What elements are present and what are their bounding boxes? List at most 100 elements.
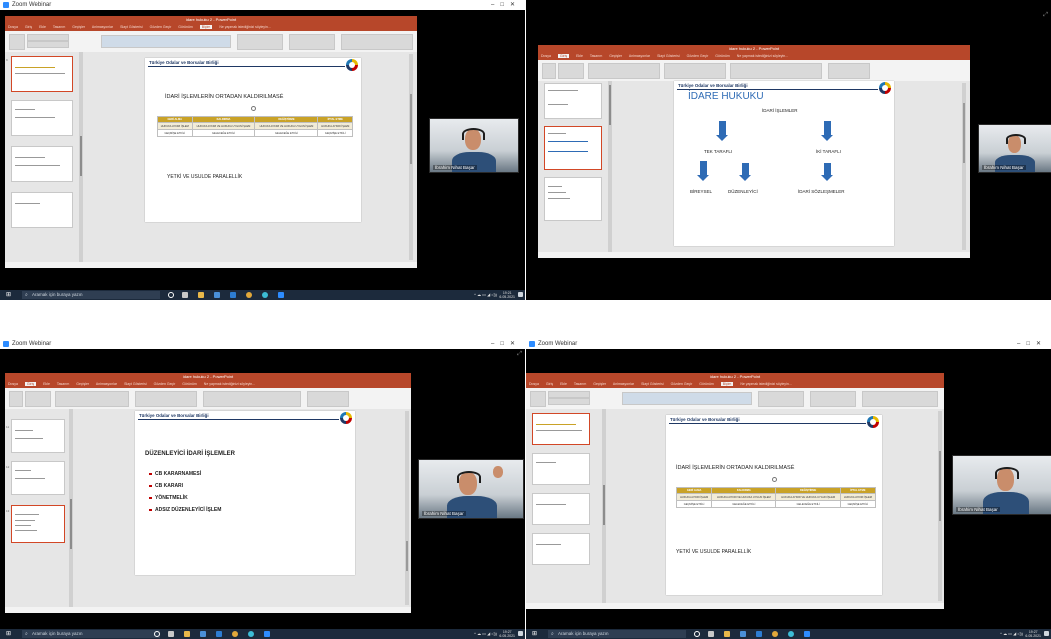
font-group[interactable]	[55, 391, 129, 407]
notification-icon[interactable]	[1044, 631, 1049, 636]
ribbon-tabs[interactable]: Dosya Giriş Ekle Tasarım Geçişler Animas…	[538, 53, 970, 60]
expand-icon[interactable]: ⤢	[517, 351, 522, 358]
scroll-knob[interactable]	[603, 485, 605, 525]
tab-review[interactable]: Gözden Geçir	[150, 25, 172, 29]
tab-view[interactable]: Görünüm	[715, 54, 730, 58]
tab-animations[interactable]: Animasyonlar	[613, 382, 634, 386]
slide-canvas[interactable]: Türkiye Odalar ve Borsalar Birliği İDARİ…	[666, 415, 882, 595]
tab-insert[interactable]: Ekle	[43, 382, 50, 386]
expand-icon[interactable]: ⤢	[1043, 12, 1048, 19]
slide-thumb[interactable]	[544, 83, 602, 119]
tab-slideshow[interactable]: Slayt Gösterisi	[124, 382, 147, 386]
zoom-app-icon[interactable]	[278, 292, 284, 298]
tab-file[interactable]: Dosya	[529, 382, 539, 386]
font-group[interactable]	[588, 63, 660, 79]
cortana-icon[interactable]	[694, 631, 700, 637]
cortana-icon[interactable]	[154, 631, 160, 637]
ribbon-btn[interactable]	[862, 391, 938, 407]
ribbon-btn[interactable]	[27, 41, 69, 48]
store-icon[interactable]	[740, 631, 746, 637]
mail-icon[interactable]	[756, 631, 762, 637]
tab-view[interactable]: Görünüm	[182, 382, 197, 386]
slide-thumb[interactable]	[11, 100, 73, 136]
speaker-video[interactable]: İbrahim Nihat Başar	[418, 459, 524, 519]
slide-scrollbar[interactable]	[938, 411, 942, 601]
slide-thumb[interactable]	[532, 413, 590, 445]
slide-scrollbar[interactable]	[405, 411, 409, 605]
scroll-knob[interactable]	[80, 136, 82, 176]
tab-home[interactable]: Giriş	[546, 382, 553, 386]
file-explorer-icon[interactable]	[724, 631, 730, 637]
slide-thumb[interactable]	[532, 493, 590, 525]
window-controls[interactable]: –□✕	[1017, 339, 1047, 349]
shape-style-gallery[interactable]	[622, 392, 752, 405]
slide-thumb[interactable]	[532, 533, 590, 565]
tab-animations[interactable]: Animasyonlar	[96, 382, 117, 386]
taskbar-search[interactable]: ⌕ Aramak için buraya yazın	[22, 291, 160, 299]
thumbs-scrollbar[interactable]	[602, 409, 606, 603]
windows-start-icon[interactable]: ⊞	[6, 292, 12, 298]
drawing-group[interactable]	[203, 391, 301, 407]
tab-transitions[interactable]: Geçişler	[72, 25, 85, 29]
slide-table[interactable]: GERİ ALMA KALDIRMA DEĞİŞTİRME İPTAL ETME…	[675, 487, 877, 508]
system-tray[interactable]: ^ ☁ ▭ ◢ ◁))	[474, 290, 497, 300]
tab-review[interactable]: Gözden Geçir	[154, 382, 176, 386]
tab-format[interactable]: Biçim	[199, 25, 213, 29]
edge-icon[interactable]	[262, 292, 268, 298]
editing-group[interactable]	[828, 63, 870, 79]
clock[interactable]: 19:27 6.05.2021	[499, 630, 515, 638]
ribbon-btn[interactable]	[27, 34, 69, 41]
slide-thumb[interactable]	[11, 146, 73, 182]
store-icon[interactable]	[214, 292, 220, 298]
ribbon-btn[interactable]	[558, 63, 584, 79]
paste-button[interactable]	[542, 63, 556, 79]
mail-icon[interactable]	[216, 631, 222, 637]
tab-format[interactable]: Biçim	[720, 382, 734, 386]
tab-file[interactable]: Dosya	[541, 54, 551, 58]
clock[interactable]: 19:21 6.05.2021	[499, 291, 515, 299]
paragraph-group[interactable]	[664, 63, 726, 79]
ribbon-tabs[interactable]: Dosya Giriş Ekle Tasarım Geçişler Animas…	[526, 381, 944, 388]
tell-me-search[interactable]: Ne yapmak istediğinizi söyleyin...	[219, 25, 270, 29]
slide-table[interactable]: GERİ ALMA KALDIRMA DEĞİŞTİRME İPTAL ETME…	[157, 116, 353, 137]
task-view-icon[interactable]	[168, 631, 174, 637]
ribbon-btn[interactable]	[9, 34, 25, 50]
system-tray[interactable]: ^ ☁ ▭ ◢ ◁))	[474, 629, 497, 639]
system-tray[interactable]: ^ ☁ ▭ ◢ ◁))	[1000, 629, 1023, 639]
scroll-knob[interactable]	[609, 85, 611, 125]
rotate-handle[interactable]	[251, 106, 256, 111]
tab-file[interactable]: Dosya	[8, 25, 18, 29]
tell-me-search[interactable]: Ne yapmak istediğinizi söyleyin...	[740, 382, 791, 386]
task-view-icon[interactable]	[182, 292, 188, 298]
tab-slideshow[interactable]: Slayt Gösterisi	[657, 54, 680, 58]
ribbon-btn[interactable]	[810, 391, 856, 407]
scroll-knob[interactable]	[70, 499, 72, 549]
window-controls[interactable]: –□✕	[491, 0, 521, 10]
tab-design[interactable]: Tasarım	[57, 382, 69, 386]
slide-thumb[interactable]	[11, 192, 73, 228]
slide-canvas[interactable]: Türkiye Odalar ve Borsalar Birliği DÜZEN…	[135, 411, 355, 575]
edge-icon[interactable]	[788, 631, 794, 637]
ribbon-tabs[interactable]: Dosya Giriş Ekle Tasarım Geçişler Animas…	[5, 24, 417, 31]
tab-design[interactable]: Tasarım	[590, 54, 602, 58]
tab-file[interactable]: Dosya	[8, 382, 18, 386]
tab-transitions[interactable]: Geçişler	[76, 382, 89, 386]
file-explorer-icon[interactable]	[198, 292, 204, 298]
tab-slideshow[interactable]: Slayt Gösterisi	[120, 25, 143, 29]
slide-thumb[interactable]	[532, 453, 590, 485]
tab-transitions[interactable]: Geçişler	[609, 54, 622, 58]
slide-thumb[interactable]	[11, 419, 65, 453]
scroll-knob[interactable]	[406, 541, 408, 571]
mail-icon[interactable]	[230, 292, 236, 298]
ribbon-btn[interactable]	[25, 391, 51, 407]
slide-thumb[interactable]	[11, 505, 65, 543]
tab-home[interactable]: Giriş	[25, 25, 32, 29]
ribbon-tabs[interactable]: Dosya Giriş Ekle Tasarım Geçişler Animas…	[5, 381, 411, 388]
store-icon[interactable]	[200, 631, 206, 637]
editing-group[interactable]	[307, 391, 349, 407]
notification-icon[interactable]	[518, 631, 523, 636]
chrome-icon[interactable]	[232, 631, 238, 637]
taskbar-search[interactable]: ⌕ Aramak için buraya yazın	[548, 630, 686, 638]
tab-review[interactable]: Gözden Geçir	[671, 382, 693, 386]
edge-icon[interactable]	[248, 631, 254, 637]
